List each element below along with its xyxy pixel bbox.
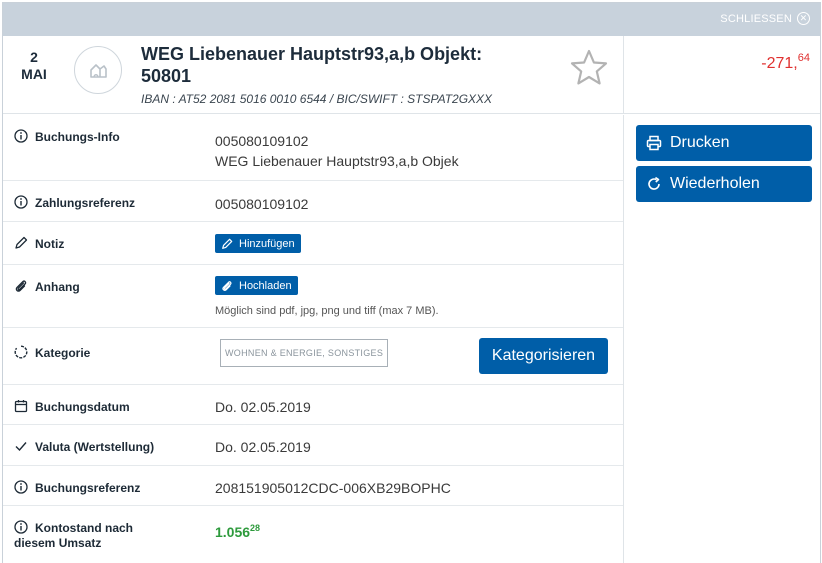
category-circle-icon — [14, 345, 28, 359]
kontostand-label-line-1: Kontostand nach — [35, 521, 133, 535]
amount-main: -271, — [761, 55, 798, 72]
row-valuta: Valuta (Wertstellung) Do. 02.05.2019 — [3, 425, 623, 466]
notiz-label: Notiz — [35, 237, 65, 251]
buchungsreferenz-label: Buchungsreferenz — [35, 481, 141, 495]
info-icon — [14, 520, 28, 534]
close-button[interactable]: SCHLIESSEN ✕ — [720, 12, 810, 25]
upload-button[interactable]: Hochladen — [215, 276, 298, 295]
kontostand-main: 1.056 — [215, 524, 251, 540]
transaction-title: WEG Liebenauer Hauptstr93,a,b Objekt: 50… — [141, 43, 561, 87]
date-month: MAI — [21, 66, 47, 82]
label-kontostand: Kontostand nach — [14, 520, 133, 536]
info-icon — [14, 480, 28, 494]
label-buchungsdatum: Buchungsdatum — [14, 399, 130, 415]
row-notiz: Notiz Hinzufügen — [3, 222, 623, 265]
row-zahlungsreferenz: Zahlungsreferenz 005080109102 — [3, 181, 623, 222]
favorite-star-icon[interactable] — [569, 48, 609, 88]
valuta-value: Do. 02.05.2019 — [215, 439, 311, 455]
kontostand-cents: 28 — [250, 523, 261, 533]
transaction-amount: -271,64 — [761, 52, 810, 73]
paperclip-icon — [222, 280, 232, 291]
amount-box: -271,64 — [623, 36, 820, 113]
upload-hint: Möglich sind pdf, jpg, png und tiff (max… — [215, 304, 439, 317]
label-valuta: Valuta (Wertstellung) — [14, 439, 154, 455]
checkmark-icon — [14, 439, 28, 453]
paperclip-icon — [14, 279, 28, 293]
buchungsinfo-label: Buchungs-Info — [35, 130, 120, 144]
row-anhang: Anhang Hochladen Möglich sind pdf, jpg, … — [3, 265, 623, 328]
label-buchungsinfo: Buchungs-Info — [14, 129, 120, 145]
info-icon — [14, 129, 28, 143]
details-list: Buchungs-Info 005080109102 WEG Liebenaue… — [3, 115, 623, 554]
transaction-date: 2 MAI — [16, 49, 52, 83]
valuta-label: Valuta (Wertstellung) — [35, 440, 155, 454]
anhang-value: Hochladen Möglich sind pdf, jpg, png und… — [215, 276, 439, 321]
label-kategorie: Kategorie — [14, 345, 90, 361]
label-notiz: Notiz — [14, 236, 64, 252]
pencil-icon — [222, 238, 233, 249]
repeat-button[interactable]: Wiederholen — [636, 166, 812, 202]
buchungsinfo-line-2: WEG Liebenauer Hauptstr93,a,b Objek — [215, 153, 459, 169]
buchungsinfo-line-1: 005080109102 — [215, 133, 309, 149]
kategorie-value: WOHNEN & ENERGIE, SONSTIGES — [220, 339, 389, 367]
label-buchungsreferenz: Buchungsreferenz — [14, 480, 140, 496]
label-anhang: Anhang — [14, 279, 80, 295]
kategorie-label: Kategorie — [35, 346, 91, 360]
label-zahlungsreferenz: Zahlungsreferenz — [14, 195, 135, 211]
transaction-header: 2 MAI WEG Liebenauer Hauptstr93,a,b Obje… — [3, 36, 820, 114]
zahlungsreferenz-value: 005080109102 — [215, 196, 309, 212]
notiz-value: Hinzufügen — [215, 234, 301, 255]
pencil-icon — [14, 236, 28, 250]
print-button[interactable]: Drucken — [636, 125, 812, 161]
close-icon: ✕ — [797, 12, 810, 25]
category-avatar — [74, 46, 122, 94]
categorize-button[interactable]: Kategorisieren — [479, 338, 608, 374]
buchungsinfo-value: 005080109102 WEG Liebenauer Hauptstr93,a… — [215, 131, 459, 171]
info-icon — [14, 195, 28, 209]
buchungsdatum-value: Do. 02.05.2019 — [215, 399, 311, 415]
repeat-label: Wiederholen — [670, 175, 760, 192]
kontostand-value: 1.05628 — [215, 518, 260, 542]
title-line-2: 50801 — [141, 66, 192, 86]
zahlungsreferenz-label: Zahlungsreferenz — [35, 196, 136, 210]
add-note-button[interactable]: Hinzufügen — [215, 234, 301, 253]
actions-panel: Drucken Wiederholen — [623, 115, 820, 563]
printer-icon — [646, 135, 662, 151]
row-buchungsdatum: Buchungsdatum Do. 02.05.2019 — [3, 385, 623, 425]
row-buchungsreferenz: Buchungsreferenz 208151905012CDC-006XB29… — [3, 466, 623, 506]
row-kontostand: Kontostand nach diesem Umsatz 1.05628 — [3, 506, 623, 554]
transaction-detail-panel: SCHLIESSEN ✕ 2 MAI WEG Liebenauer Haupts… — [2, 2, 821, 563]
buchungsreferenz-value: 208151905012CDC-006XB29BOPHC — [215, 480, 451, 496]
buchungsdatum-label: Buchungsdatum — [35, 400, 130, 414]
iban-bic: IBAN : AT52 2081 5016 0010 6544 / BIC/SW… — [141, 92, 493, 106]
print-label: Drucken — [670, 134, 730, 151]
title-line-1: WEG Liebenauer Hauptstr93,a,b Objekt: — [141, 44, 483, 64]
row-buchungsinfo: Buchungs-Info 005080109102 WEG Liebenaue… — [3, 115, 623, 181]
add-note-label: Hinzufügen — [239, 237, 295, 250]
date-day: 2 — [30, 49, 38, 65]
home-icon — [90, 64, 107, 78]
anhang-label: Anhang — [35, 280, 80, 294]
category-tag: WOHNEN & ENERGIE, SONSTIGES — [220, 339, 389, 367]
calendar-icon — [14, 399, 28, 413]
kontostand-label-line-2: diesem Umsatz — [14, 536, 102, 550]
amount-cents: 64 — [797, 52, 810, 64]
top-bar: SCHLIESSEN ✕ — [3, 3, 820, 36]
repeat-icon — [648, 176, 660, 190]
close-label: SCHLIESSEN — [720, 12, 792, 25]
row-kategorie: Kategorie WOHNEN & ENERGIE, SONSTIGES Ka… — [3, 328, 623, 385]
upload-label: Hochladen — [239, 279, 292, 292]
